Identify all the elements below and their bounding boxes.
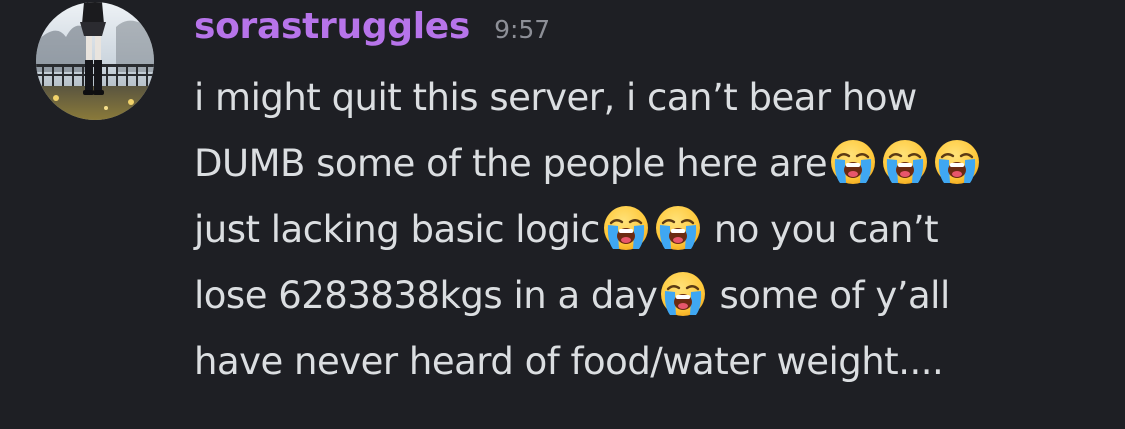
message-header: sorastruggles 9:57 <box>194 6 550 62</box>
loudly-crying-face-icon[interactable] <box>601 203 651 253</box>
message-text: just lacking basic logic <box>194 208 600 251</box>
message-line: i might quit this server, i can’t bear h… <box>194 70 1094 136</box>
message-text: have never heard of food/water weight...… <box>194 340 944 383</box>
loudly-crying-face-icon[interactable] <box>932 137 982 187</box>
message-text: some of y’all <box>719 274 950 317</box>
loudly-crying-face-icon[interactable] <box>828 137 878 187</box>
loudly-crying-face-icon[interactable] <box>658 269 708 319</box>
message-text: i might quit this server, i can’t bear h… <box>194 76 917 119</box>
message-line: DUMB some of the people here are <box>194 136 1094 202</box>
loudly-crying-face-icon[interactable] <box>880 137 930 187</box>
message-content: i might quit this server, i can’t bear h… <box>194 70 1094 400</box>
message-line: have never heard of food/water weight...… <box>194 334 1094 400</box>
timestamp[interactable]: 9:57 <box>494 15 550 44</box>
message-line: just lacking basic logic no you can’t <box>194 202 1094 268</box>
user-avatar[interactable] <box>36 2 154 120</box>
username[interactable]: sorastruggles <box>194 6 470 47</box>
message-text: no you can’t <box>713 208 939 251</box>
loudly-crying-face-icon[interactable] <box>653 203 703 253</box>
message-line: lose 6283838kgs in a day some of y’all <box>194 268 1094 334</box>
message-text: lose 6283838kgs in a day <box>194 274 658 317</box>
chat-message: sorastruggles 9:57 i might quit this ser… <box>0 0 1125 429</box>
message-text: DUMB some of the people here are <box>194 142 828 185</box>
